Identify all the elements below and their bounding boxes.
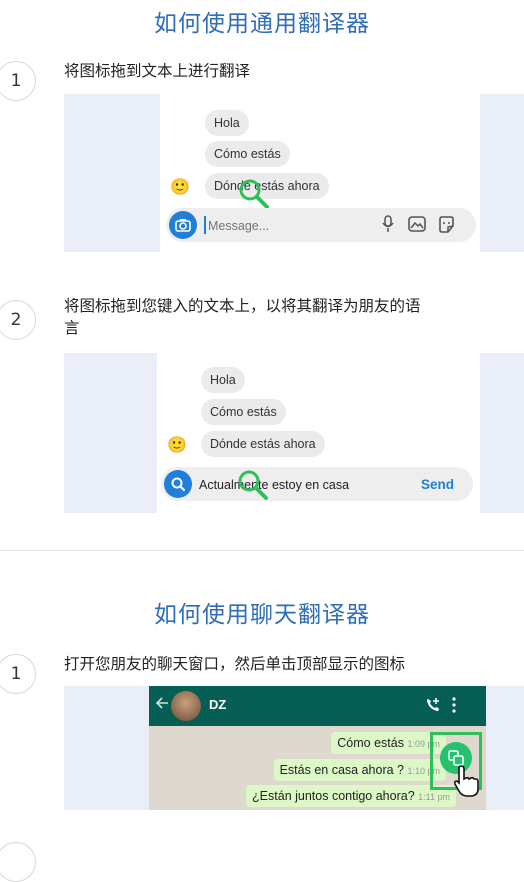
back-arrow-icon[interactable] [155,695,169,714]
hand-pointer-icon [453,765,479,797]
send-button[interactable]: Send [421,475,454,495]
gallery-icon[interactable] [408,216,426,236]
message-input[interactable] [206,214,350,238]
section-divider [0,550,524,551]
chat-bubble: Hola [201,367,245,393]
more-options-icon[interactable] [451,696,457,718]
camera-icon[interactable] [169,211,197,239]
demo-panel: Hola Cómo estás Dónde estás ahora 🙂 Actu… [64,353,524,513]
message-text: Cómo estás [337,736,404,750]
section-title-chat-translator: 如何使用聊天翻译器 [154,602,370,628]
magnifier-icon[interactable] [235,467,271,503]
search-icon[interactable] [164,470,192,498]
demo-panel: Hola Cómo estás Dónde estás ahora 🙂 [64,94,524,252]
step-number: 1 [0,61,36,101]
message-input-text[interactable]: Actualmente estoy en casa [199,475,349,495]
step-number: 1 [0,654,36,694]
add-call-icon[interactable] [425,697,441,717]
sticker-icon[interactable] [438,216,455,237]
chat-preview: Hola Cómo estás Dónde estás ahora 🙂 [160,94,480,252]
chat-bubble: Cómo estás [205,141,290,167]
message-text: ¿Están juntos contigo ahora? [252,789,415,803]
mic-icon[interactable] [382,215,394,237]
avatar-icon: 🙂 [170,177,190,196]
message-time: 1:11 pm [418,792,450,802]
message-text: Estás en casa ahora ? [279,763,404,777]
chat-bubble: Hola [205,110,249,136]
avatar[interactable] [171,691,201,721]
section-title-universal-translator: 如何使用通用翻译器 [154,11,370,37]
chat-body: Cómo estás 1:09 pm Estás en casa ahora ?… [149,726,486,810]
step-instruction: 打开您朋友的聊天窗口，然后单击顶部显示的图标 [64,655,406,673]
chat-bubble: Cómo estás [201,399,286,425]
chat-message: Cómo estás 1:09 pm [331,732,446,754]
step-number-partial [0,842,36,882]
step-instruction: 将图标拖到您键入的文本上，以将其翻译为朋友的语 [64,297,421,315]
step-number: 2 [0,300,36,340]
step-instruction: 将图标拖到文本上进行翻译 [64,62,251,80]
chat-preview: Hola Cómo estás Dónde estás ahora 🙂 Actu… [157,353,480,513]
message-input-bar [166,208,476,242]
chat-header: DZ [149,686,486,726]
avatar-icon: 🙂 [167,435,187,454]
contact-name[interactable]: DZ [209,697,226,712]
step-instruction-continued: 言 [64,319,80,337]
demo-panel: DZ Cómo estás 1:09 pm Estás en casa ahor… [64,686,524,810]
chat-message: Estás en casa ahora ? 1:10 pm [273,759,446,781]
magnifier-icon[interactable] [236,176,272,212]
chat-message: ¿Están juntos contigo ahora? 1:11 pm [246,785,456,807]
message-input-bar: Actualmente estoy en casa Send [161,467,473,501]
chat-bubble: Dónde estás ahora [201,431,325,457]
